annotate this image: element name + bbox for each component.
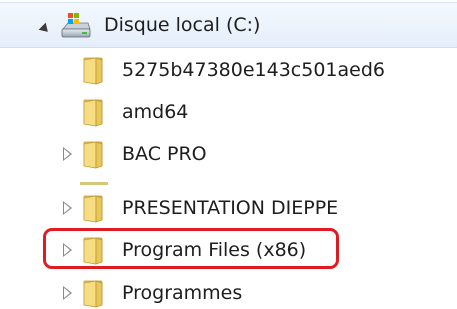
tree-item-label: Program Files (x86) [122,239,307,261]
collapsed-arrow-icon[interactable] [63,147,72,161]
tree-item-label: PRESENTATION DIEPPE [122,197,339,219]
tree-item-label: Programmes [122,282,243,304]
hard-drive-icon [61,13,91,38]
folder-icon [83,195,103,223]
cropped-folder-edge [80,182,108,185]
folder-icon [83,99,103,127]
folder-icon [83,57,103,85]
tree-item-program-files-x86[interactable]: Program Files (x86) [0,229,457,271]
tree-item-label: Disque local (C:) [104,14,261,36]
tree-item-5275b47380e143c501aed6[interactable]: 5275b47380e143c501aed6 [0,49,457,91]
folder-icon [83,141,103,169]
collapsed-arrow-icon[interactable] [63,286,72,300]
tree-item-disque-local-c[interactable]: Disque local (C:) [0,2,457,48]
folder-icon [83,280,103,308]
tree-item-label: BAC PRO [122,143,207,165]
collapsed-arrow-icon[interactable] [63,243,72,257]
folder-tree: Disque local (C:) 5275b47380e143c501aed6… [0,0,457,309]
expanded-arrow-icon[interactable] [38,22,52,36]
folder-icon [83,237,103,265]
tree-item-label: amd64 [122,101,189,123]
tree-item-bac-pro[interactable]: BAC PRO [0,133,457,175]
tree-item-label: 5275b47380e143c501aed6 [122,59,386,81]
collapsed-arrow-icon[interactable] [63,201,72,215]
tree-item-programmes[interactable]: Programmes [0,272,457,309]
tree-item-presentation-dieppe[interactable]: PRESENTATION DIEPPE [0,187,457,229]
tree-item-amd64[interactable]: amd64 [0,91,457,133]
